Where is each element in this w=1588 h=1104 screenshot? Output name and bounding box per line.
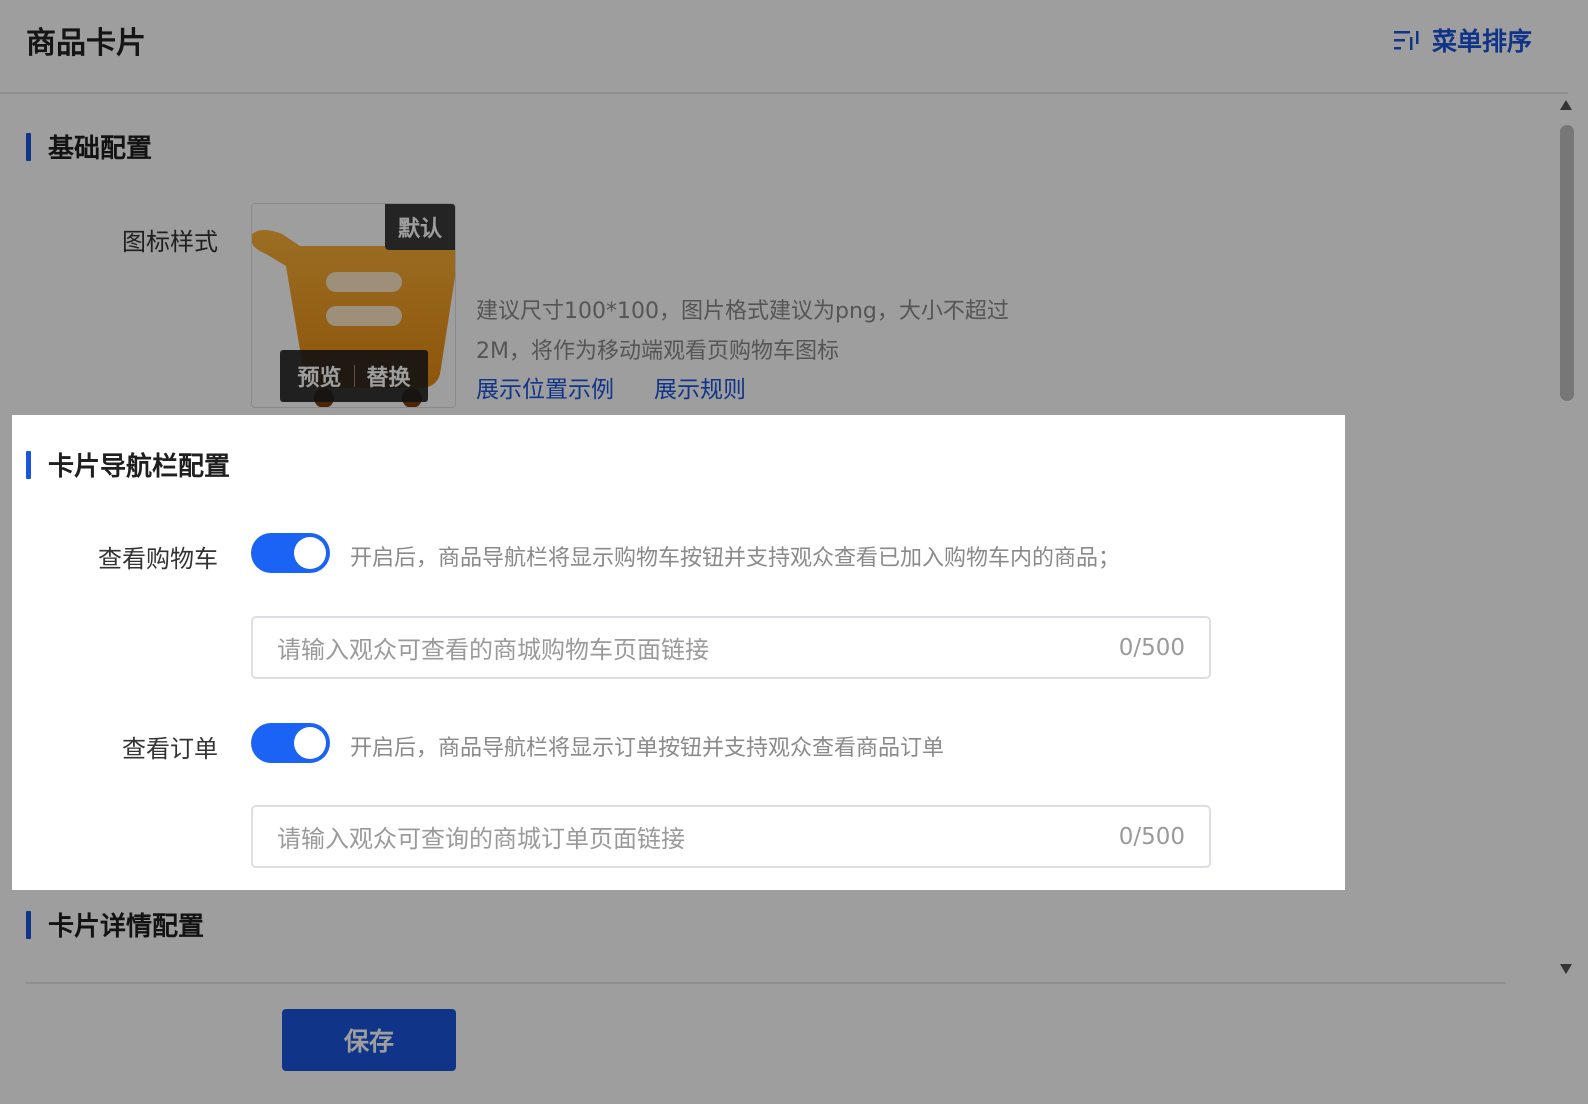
page-header: 商品卡片 菜单排序 <box>0 0 1568 94</box>
default-tag: 默认 <box>385 204 455 250</box>
action-separator <box>353 365 355 387</box>
icon-style-label: 图标样式 <box>122 228 218 256</box>
toggle-knob <box>294 537 326 569</box>
page-title: 商品卡片 <box>26 26 146 61</box>
view-cart-toggle[interactable] <box>251 533 330 573</box>
preview-button[interactable]: 预览 <box>297 360 341 392</box>
save-button[interactable]: 保存 <box>282 1009 456 1071</box>
scrollbar-thumb[interactable] <box>1560 125 1574 401</box>
view-cart-label: 查看购物车 <box>98 545 218 573</box>
section-nav-config: 卡片导航栏配置 <box>26 446 230 483</box>
toggle-knob <box>294 727 326 759</box>
view-cart-description: 开启后，商品导航栏将显示购物车按钮并支持观众查看已加入购物车内的商品； <box>350 546 1121 571</box>
order-link-counter: 0/500 <box>1118 823 1185 850</box>
cart-icon-upload[interactable]: 默认 预览 替换 <box>251 203 456 408</box>
menu-sort-label: 菜单排序 <box>1431 27 1532 56</box>
section-marker <box>26 450 31 479</box>
icon-hint-line: 2M，将作为移动端观看页购物车图标 <box>476 339 839 364</box>
cart-link-counter: 0/500 <box>1118 634 1185 661</box>
scroll-up-arrow[interactable] <box>1560 100 1572 110</box>
order-link-input[interactable]: 请输入观众可查询的商城订单页面链接 0/500 <box>251 805 1211 868</box>
display-rules-link[interactable]: 展示规则 <box>654 370 746 404</box>
hint-links: 展示位置示例 展示规则 <box>476 370 746 404</box>
view-order-toggle[interactable] <box>251 723 330 763</box>
section-title: 基础配置 <box>48 134 153 164</box>
display-position-example-link[interactable]: 展示位置示例 <box>476 370 614 404</box>
section-title: 卡片详情配置 <box>48 912 205 942</box>
image-action-bar: 预览 替换 <box>280 350 428 402</box>
cart-link-placeholder: 请输入观众可查看的商城购物车页面链接 <box>277 636 709 664</box>
cart-link-input[interactable]: 请输入观众可查看的商城购物车页面链接 0/500 <box>251 616 1211 679</box>
menu-sort-button[interactable]: 菜单排序 <box>1393 22 1532 58</box>
replace-button[interactable]: 替换 <box>367 360 411 392</box>
footer-divider <box>26 982 1506 984</box>
page: 商品卡片 菜单排序 基础配置 图标样式 默认 预览 替换 建议尺寸100*100… <box>0 0 1588 1104</box>
section-detail-config: 卡片详情配置 <box>26 906 204 943</box>
sort-icon <box>1393 31 1419 50</box>
view-order-description: 开启后，商品导航栏将显示订单按钮并支持观众查看商品订单 <box>350 736 945 761</box>
view-order-label: 查看订单 <box>122 735 218 763</box>
section-marker <box>26 132 31 161</box>
icon-hint: 建议尺寸100*100，图片格式建议为png，大小不超过 2M，将作为移动端观看… <box>476 292 1056 372</box>
order-link-placeholder: 请输入观众可查询的商城订单页面链接 <box>277 825 685 853</box>
icon-hint-line: 建议尺寸100*100，图片格式建议为png，大小不超过 <box>476 299 1009 324</box>
scroll-down-arrow[interactable] <box>1560 964 1572 974</box>
section-title: 卡片导航栏配置 <box>48 452 231 482</box>
section-basic-config: 基础配置 <box>26 128 152 165</box>
section-marker <box>26 910 31 939</box>
